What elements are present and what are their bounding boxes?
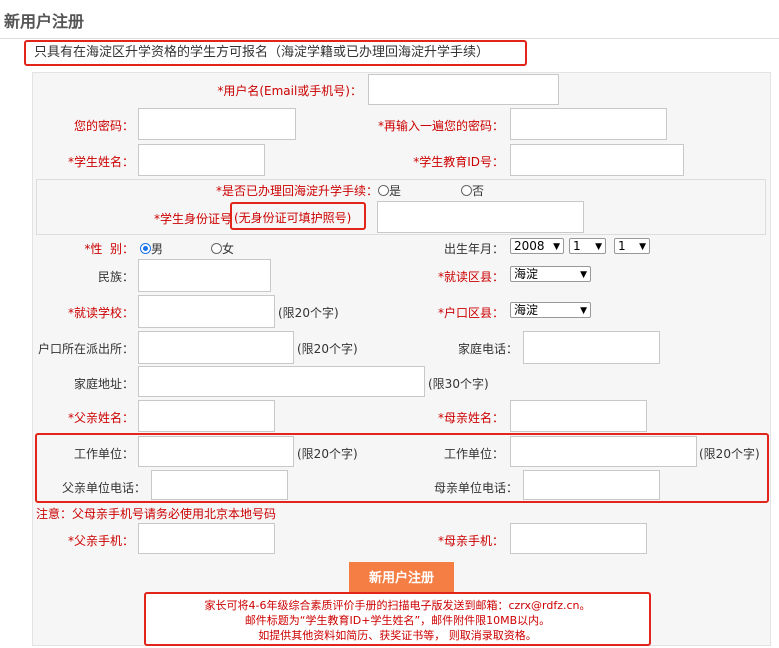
- gender-female-radio[interactable]: [211, 243, 222, 254]
- home-address-input[interactable]: [138, 366, 425, 397]
- father-work-phone-input[interactable]: [151, 470, 288, 500]
- student-edu-id-label: *学生教育ID号：: [413, 155, 504, 169]
- gender-male-radio[interactable]: [140, 243, 151, 254]
- birth-year-select[interactable]: 2008 ▼: [510, 238, 564, 254]
- birth-day-select[interactable]: 1 ▼: [614, 238, 650, 254]
- handled-return-no-radio[interactable]: [461, 185, 472, 196]
- home-address-label: 家庭地址：: [73, 377, 134, 391]
- info-line-1: 家长可将4-6年级综合素质评价手册的扫描电子版发送到邮箱：czrx@rdfz.c…: [204, 599, 591, 612]
- mother-name-input[interactable]: [510, 400, 647, 432]
- mother-mobile-label: *母亲手机：: [437, 534, 504, 548]
- hukou-district-select[interactable]: 海淀 ▼: [510, 302, 591, 318]
- mother-work-unit-input[interactable]: [510, 436, 697, 467]
- mother-mobile-input[interactable]: [510, 523, 647, 554]
- username-label: *用户名(Email或手机号)：: [217, 84, 362, 98]
- id-card-hint: (无身份证可填护照号): [234, 211, 352, 225]
- eligibility-notice: 只具有在海淀区升学资格的学生方可报名（海淀学籍或已办理回海淀升学手续）: [24, 40, 527, 66]
- father-work-unit-limit-note: (限20个字): [297, 447, 358, 461]
- district-select[interactable]: 海淀 ▼: [510, 266, 591, 282]
- handled-return-yes-option[interactable]: 是: [378, 182, 401, 199]
- title-divider: [0, 38, 779, 39]
- father-mobile-label: *父亲手机：: [67, 534, 134, 548]
- student-id-card-label: *学生身份证号: [153, 212, 232, 226]
- home-address-limit-note: (限30个字): [428, 377, 489, 391]
- chevron-down-icon: ▼: [553, 242, 560, 252]
- chevron-down-icon: ▼: [580, 270, 587, 280]
- father-mobile-input[interactable]: [138, 523, 275, 554]
- home-phone-input[interactable]: [523, 331, 660, 364]
- police-station-input[interactable]: [138, 331, 294, 364]
- gender-label: *性 别：: [84, 242, 134, 256]
- info-line-3: 如提供其他资料如简历、获奖证书等， 则取消录取资格。: [258, 629, 537, 642]
- info-line-2: 邮件标题为“学生教育ID+学生姓名”，邮件附件限10MB以内。: [244, 614, 551, 627]
- mother-work-phone-label: 母亲单位电话：: [433, 481, 518, 495]
- birth-month-value: 1: [573, 239, 581, 253]
- hukou-district-label: *户口区县：: [437, 306, 504, 320]
- handled-return-no-option[interactable]: 否: [461, 182, 484, 199]
- mother-work-unit-label: 工作单位：: [443, 447, 504, 461]
- school-input[interactable]: [138, 295, 275, 328]
- father-work-unit-label: 工作单位：: [73, 447, 134, 461]
- gender-female-text: 女: [222, 242, 235, 256]
- district-label: *就读区县：: [437, 270, 504, 284]
- handled-return-yes-text: 是: [389, 184, 402, 198]
- mother-work-unit-limit-note: (限20个字): [699, 447, 760, 461]
- home-phone-label: 家庭电话：: [457, 342, 518, 356]
- police-station-label: 户口所在派出所：: [37, 342, 134, 356]
- student-name-input[interactable]: [138, 144, 265, 176]
- page-title: 新用户注册: [4, 12, 85, 31]
- submission-info-box: 家长可将4-6年级综合素质评价手册的扫描电子版发送到邮箱：czrx@rdfz.c…: [144, 592, 651, 646]
- chevron-down-icon: ▼: [580, 306, 587, 316]
- phone-warning: 注意：父母亲手机号请务必使用北京本地号码: [36, 507, 277, 521]
- register-button[interactable]: 新用户注册: [349, 562, 454, 596]
- gender-male-option[interactable]: 男: [140, 240, 163, 257]
- chevron-down-icon: ▼: [595, 242, 602, 252]
- birth-month-select[interactable]: 1 ▼: [569, 238, 606, 254]
- username-input[interactable]: [368, 74, 559, 105]
- district-value: 海淀: [514, 267, 539, 281]
- ethnicity-label: 民族：: [97, 270, 134, 284]
- ethnicity-input[interactable]: [138, 259, 271, 292]
- birth-year-value: 2008: [514, 239, 545, 253]
- student-id-card-input[interactable]: [377, 201, 584, 233]
- student-edu-id-input[interactable]: [510, 144, 684, 176]
- handled-return-yes-radio[interactable]: [378, 185, 389, 196]
- chevron-down-icon: ▼: [639, 242, 646, 252]
- school-label: *就读学校：: [67, 306, 134, 320]
- mother-name-label: *母亲姓名：: [437, 411, 504, 425]
- school-limit-note: (限20个字): [278, 306, 339, 320]
- mother-work-phone-input[interactable]: [523, 470, 660, 500]
- password-confirm-input[interactable]: [510, 108, 667, 140]
- birth-label: 出生年月：: [443, 242, 504, 256]
- handled-return-label: *是否已办理回海淀升学手续：: [215, 184, 378, 198]
- password-input[interactable]: [138, 108, 296, 140]
- gender-female-option[interactable]: 女: [211, 240, 234, 257]
- hukou-district-value: 海淀: [514, 303, 539, 317]
- handled-return-no-text: 否: [472, 184, 485, 198]
- password-label: 您的密码：: [73, 119, 134, 133]
- father-name-label: *父亲姓名：: [67, 411, 134, 425]
- father-work-unit-input[interactable]: [138, 436, 294, 467]
- gender-male-text: 男: [151, 242, 164, 256]
- birth-day-value: 1: [618, 239, 626, 253]
- police-station-limit-note: (限20个字): [297, 342, 358, 356]
- student-name-label: *学生姓名：: [67, 155, 134, 169]
- father-work-phone-label: 父亲单位电话：: [61, 481, 146, 495]
- password-confirm-label: *再输入一遍您的密码：: [377, 119, 504, 133]
- father-name-input[interactable]: [138, 400, 275, 432]
